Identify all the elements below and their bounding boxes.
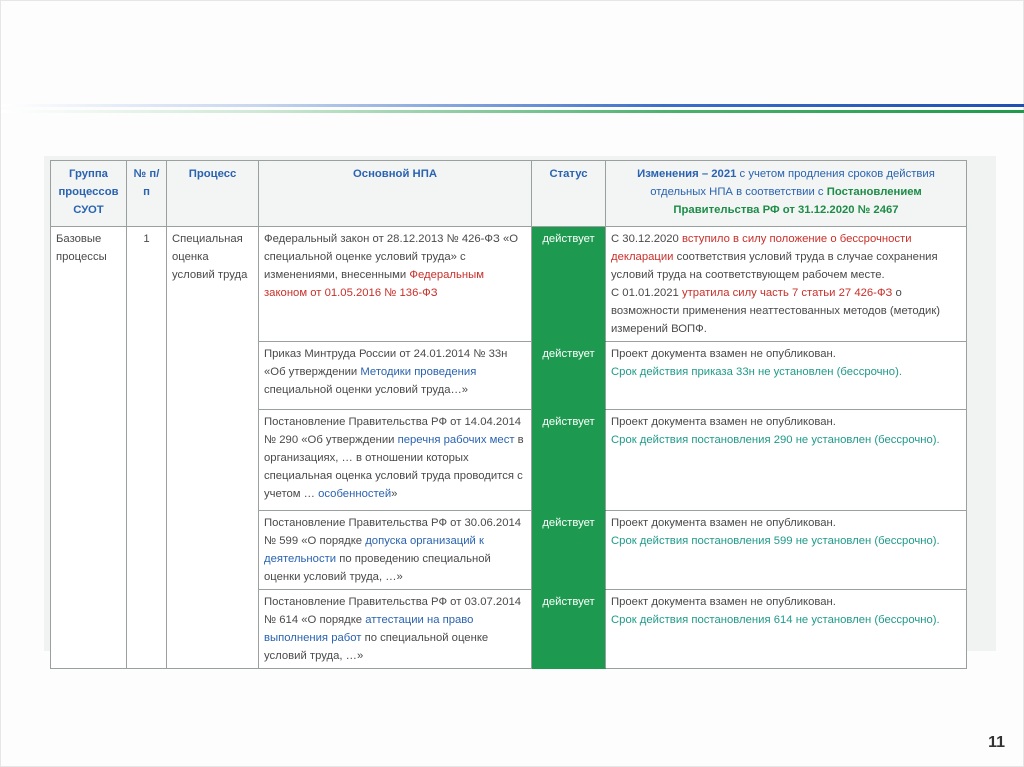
change-term: Срок действия приказа 33н не установлен … [611,366,902,378]
npa-link[interactable]: перечня рабочих мест [398,434,515,446]
npa-cell: Федеральный закон от 28.12.2013 № 426-ФЗ… [258,226,532,342]
changes-cell: С 30.12.2020 вступило в силу положение о… [605,226,967,342]
group-cell: Базовые процессы [50,226,127,669]
npa-cell: Постановление Правительства РФ от 03.07.… [258,589,532,669]
change-term: Срок действия постановления 290 не устан… [611,434,940,446]
change-text: Проект документа взамен не опубликован. [611,416,836,428]
change-highlight-2: утратила силу часть 7 статьи 27 426-ФЗ [681,287,893,299]
changes-cell: Проект документа взамен не опубликован. С… [605,341,967,410]
header-stripe-blue [1,104,1024,107]
header-changes-title: Изменения – 2021 [637,168,737,180]
header-num: № п/п [126,160,167,227]
npa-table: Группа процессов СУОТ № п/п Процесс Осно… [50,160,967,669]
header-npa: Основной НПА [258,160,532,227]
change-term: Срок действия постановления 599 не устан… [611,535,940,547]
process-cell: Специальная оценка условий труда [166,226,259,669]
change-date-1: С 30.12.2020 [611,233,682,245]
status-cell: действует [531,409,606,511]
page-number: 11 [988,734,1005,751]
changes-cell: Проект документа взамен не опубликован. С… [605,589,967,669]
npa-text-end: » [391,488,398,500]
status-cell: действует [531,341,606,410]
npa-cell: Постановление Правительства РФ от 14.04.… [258,409,532,511]
status-cell: действует [531,226,606,342]
table-header-row: Группа процессов СУОТ № п/п Процесс Осно… [50,160,967,227]
table-panel: Группа процессов СУОТ № п/п Процесс Осно… [44,156,996,669]
changes-cell: Проект документа взамен не опубликован. С… [605,510,967,590]
status-cell: действует [531,589,606,669]
change-text: Проект документа взамен не опубликован. [611,517,836,529]
header-group: Группа процессов СУОТ [50,160,127,227]
change-date-2: С 01.01.2021 [611,287,682,299]
header-stripe-green [1,110,1024,113]
slide: Группа процессов СУОТ № п/п Процесс Осно… [0,0,1024,767]
change-text: Проект документа взамен не опубликован. [611,348,836,360]
changes-cell: Проект документа взамен не опубликован. С… [605,409,967,511]
change-text: Проект документа взамен не опубликован. [611,596,836,608]
npa-text-end: специальной оценки условий труда…» [264,384,469,396]
header-status: Статус [531,160,606,227]
npa-link-2[interactable]: особенностей [318,488,391,500]
num-cell: 1 [126,226,167,669]
status-cell: действует [531,510,606,590]
header-process: Процесс [166,160,259,227]
npa-link[interactable]: Методики проведения [360,366,476,378]
header-changes: Изменения – 2021 с учетом продления срок… [605,160,967,227]
table-row: Базовые процессы 1 Специальная оценка ус… [50,226,967,669]
change-term: Срок действия постановления 614 не устан… [611,614,940,626]
npa-cell: Постановление Правительства РФ от 30.06.… [258,510,532,590]
npa-cell: Приказ Минтруда России от 24.01.2014 № 3… [258,341,532,410]
